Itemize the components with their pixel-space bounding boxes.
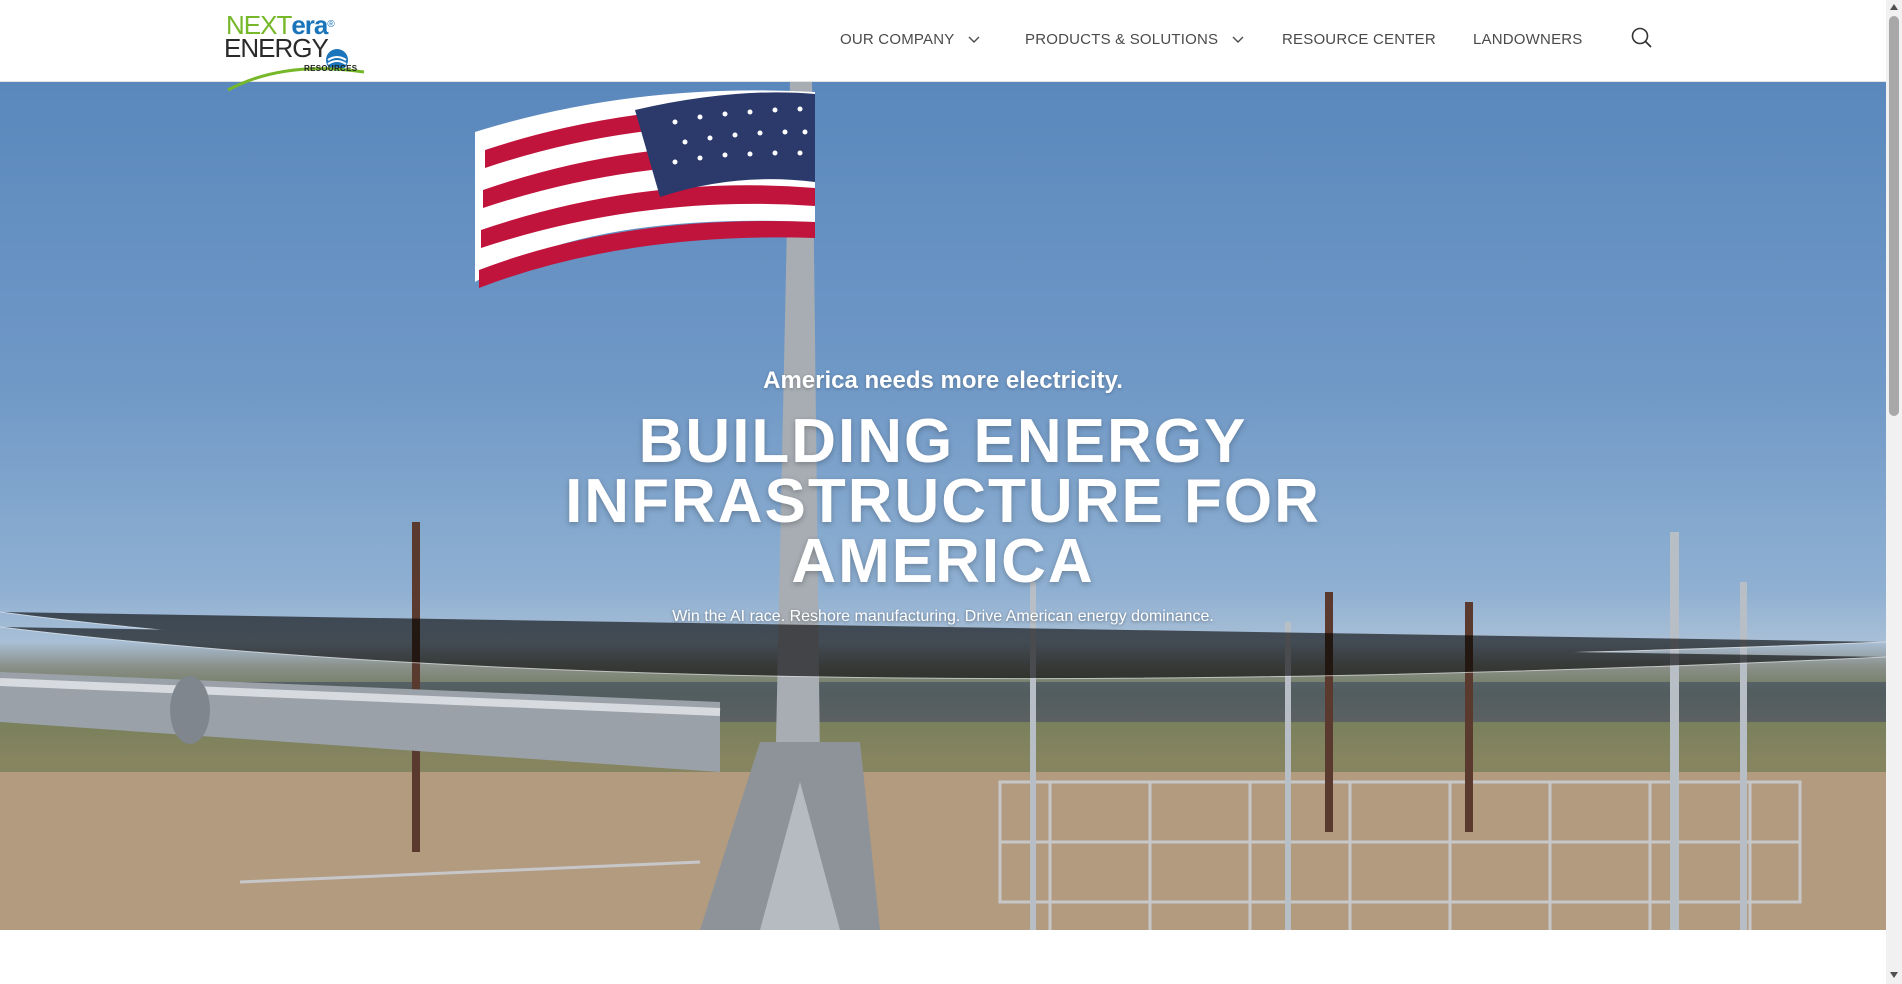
site-header: NEXTera® ENERGY RESOURCES OUR COMPANY PR…: [0, 0, 1886, 92]
chevron-down-icon: [1232, 36, 1244, 43]
scroll-down-arrow-icon[interactable]: [1890, 972, 1898, 978]
nav-landowners-label: LANDOWNERS: [1473, 31, 1583, 48]
nav-our-company[interactable]: OUR COMPANY: [840, 31, 980, 48]
page-scrollbar[interactable]: [1886, 0, 1902, 984]
hero-subline: Win the AI race. Reshore manufacturing. …: [672, 608, 1214, 625]
registered-mark: ®: [327, 19, 334, 30]
hero-headline-line1: BUILDING ENERGY: [638, 407, 1248, 476]
scrollbar-thumb[interactable]: [1889, 16, 1899, 416]
hero-headline-line3: AMERICA: [791, 527, 1095, 596]
nav-products-solutions[interactable]: PRODUCTS & SOLUTIONS: [1025, 31, 1244, 48]
hero-headline: BUILDING ENERGY INFRASTRUCTURE FOR AMERI…: [0, 407, 1886, 596]
nav-resource-center[interactable]: RESOURCE CENTER: [1282, 31, 1436, 48]
hero-eyebrow: America needs more electricity.: [763, 367, 1123, 394]
hero-headline-line2: INFRASTRUCTURE FOR: [565, 467, 1321, 536]
nav-our-company-label: OUR COMPANY: [840, 31, 955, 48]
logo-resources: RESOURCES: [304, 64, 358, 73]
american-flag: [475, 90, 815, 288]
nav-landowners[interactable]: LANDOWNERS: [1473, 31, 1583, 48]
nextera-energy-resources-logo[interactable]: NEXTera® ENERGY RESOURCES: [224, 12, 366, 92]
nav-resource-center-label: RESOURCE CENTER: [1282, 31, 1436, 48]
hero-banner: America needs more electricity. BUILDING…: [0, 82, 1886, 930]
scroll-up-arrow-icon[interactable]: [1890, 4, 1898, 10]
search-icon[interactable]: [1631, 27, 1653, 49]
chevron-down-icon: [968, 36, 980, 43]
nav-products-solutions-label: PRODUCTS & SOLUTIONS: [1025, 31, 1219, 48]
